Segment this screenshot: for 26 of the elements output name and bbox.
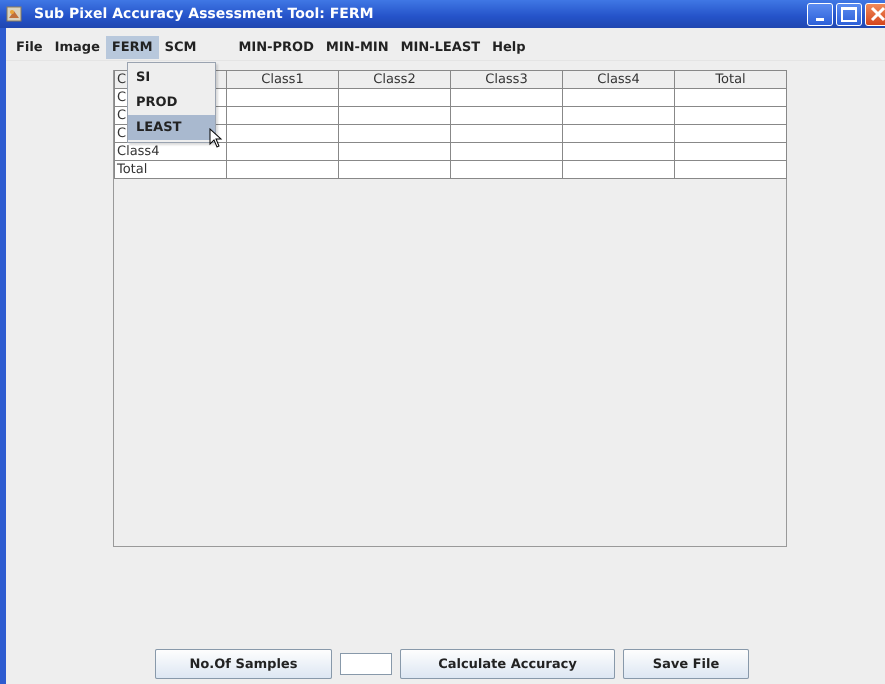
column-header: Class3	[450, 70, 562, 88]
save-button[interactable]: Save File	[623, 649, 749, 679]
table-cell: Class4	[114, 142, 226, 160]
minimize-button[interactable]	[807, 2, 833, 26]
menu-item[interactable]: Help	[486, 36, 532, 58]
samples-field[interactable]	[340, 653, 392, 675]
table-cell: Total	[114, 160, 226, 178]
menu-item[interactable]: File	[10, 36, 49, 58]
menu-item[interactable]: MIN-PROD	[232, 36, 320, 58]
menu-item[interactable]: Image	[48, 36, 106, 58]
app-icon	[6, 6, 22, 22]
column-header: Total	[674, 70, 786, 88]
mouse-pointer-icon	[209, 128, 223, 148]
calculate-button[interactable]: Calculate Accuracy	[400, 649, 615, 679]
menu-item[interactable]: MIN-MIN	[320, 36, 395, 58]
samples-button[interactable]: No.Of Samples	[155, 649, 332, 679]
window-title: Sub Pixel Accuracy Assessment Tool: FERM	[34, 6, 374, 22]
menu-item[interactable]: MIN-LEAST	[394, 36, 486, 58]
column-header: Class4	[562, 70, 674, 88]
menu-item[interactable]: FERM	[106, 36, 159, 58]
menu-item[interactable]: LEAST	[128, 115, 215, 140]
menu-item[interactable]: SCM	[158, 36, 202, 58]
close-button[interactable]	[865, 2, 885, 26]
column-header: Class1	[226, 70, 338, 88]
column-header: Class2	[338, 70, 450, 88]
maximize-button[interactable]	[836, 2, 862, 26]
